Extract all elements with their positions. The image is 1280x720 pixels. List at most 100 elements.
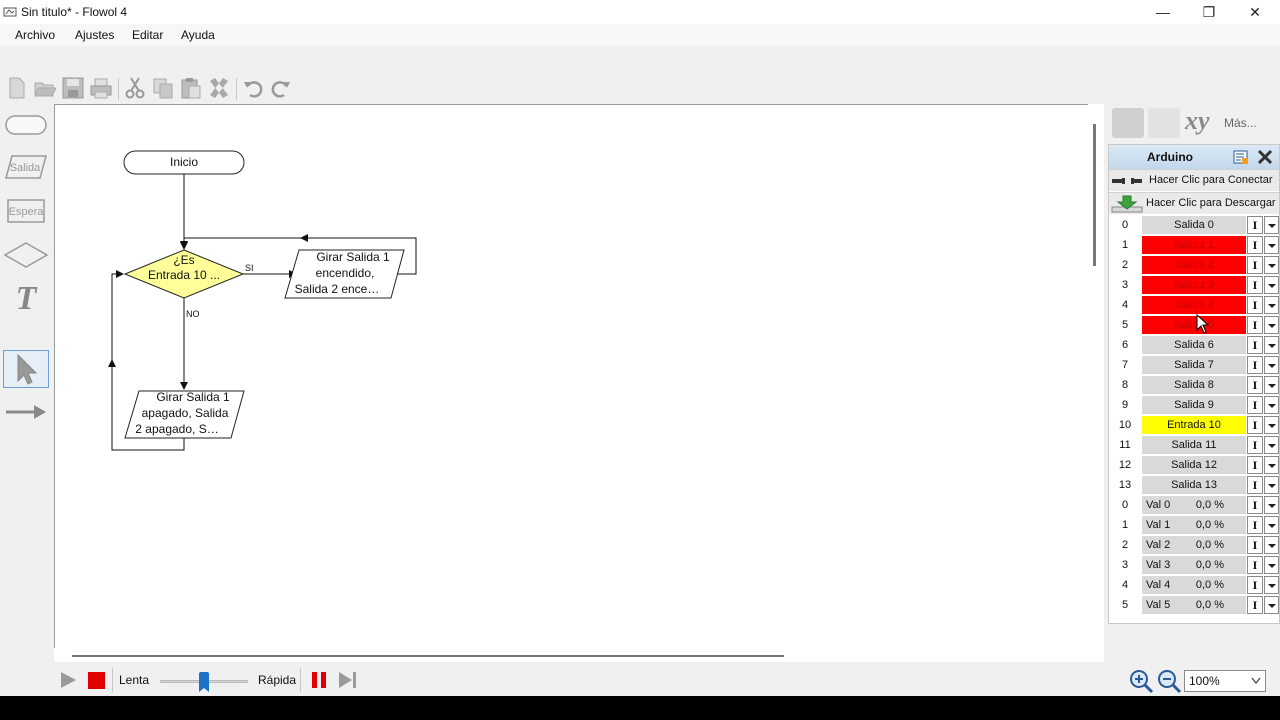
delete-icon[interactable] — [207, 76, 231, 100]
io-mode-button[interactable]: I — [1247, 316, 1263, 334]
copy-icon[interactable] — [151, 76, 175, 100]
io-pin-label[interactable]: Salida 5 — [1142, 316, 1246, 334]
io-mode-button[interactable]: I — [1247, 516, 1263, 534]
io-pin-label[interactable]: Salida 9 — [1142, 396, 1246, 414]
io-dropdown-button[interactable] — [1264, 396, 1279, 414]
menu-archivo[interactable]: Archivo — [15, 28, 55, 42]
io-dropdown-button[interactable] — [1264, 356, 1279, 374]
io-pin-label[interactable]: Salida 0 — [1142, 216, 1246, 234]
io-mode-button[interactable]: I — [1247, 536, 1263, 554]
download-button[interactable]: Hacer Clic para Descargar — [1109, 192, 1279, 214]
io-analog-label[interactable]: Val 5 0,0 % — [1142, 596, 1246, 614]
canvas-horizontal-scrollbar[interactable] — [54, 648, 1088, 662]
io-mode-button[interactable]: I — [1247, 296, 1263, 314]
io-dropdown-button[interactable] — [1264, 436, 1279, 454]
stop-button[interactable] — [88, 672, 105, 689]
io-mode-button[interactable]: I — [1247, 236, 1263, 254]
slider-thumb[interactable] — [199, 672, 209, 692]
io-mode-button[interactable]: I — [1247, 436, 1263, 454]
io-mode-button[interactable]: I — [1247, 216, 1263, 234]
open-icon[interactable] — [33, 76, 57, 100]
canvas-vertical-scrollbar[interactable] — [1088, 104, 1104, 662]
io-analog-label[interactable]: Val 2 0,0 % — [1142, 536, 1246, 554]
io-pin-label[interactable]: Salida 1 — [1142, 236, 1246, 254]
minimize-button[interactable]: — — [1140, 0, 1186, 24]
io-mode-button[interactable]: I — [1247, 376, 1263, 394]
text-tool[interactable]: T — [3, 280, 49, 318]
io-dropdown-button[interactable] — [1264, 516, 1279, 534]
io-mode-button[interactable]: I — [1247, 356, 1263, 374]
io-mode-button[interactable]: I — [1247, 596, 1263, 614]
io-mode-button[interactable]: I — [1247, 556, 1263, 574]
io-analog-label[interactable]: Val 1 0,0 % — [1142, 516, 1246, 534]
io-pin-label[interactable]: Salida 3 — [1142, 276, 1246, 294]
io-analog-label[interactable]: Val 3 0,0 % — [1142, 556, 1246, 574]
zoom-out-icon[interactable] — [1156, 668, 1182, 694]
io-dropdown-button[interactable] — [1264, 236, 1279, 254]
io-mode-button[interactable]: I — [1247, 576, 1263, 594]
io-mode-button[interactable]: I — [1247, 496, 1263, 514]
output-node-no[interactable]: Girar Salida 1 apagado, Salida 2 apagado… — [124, 390, 245, 439]
step-icon[interactable] — [337, 670, 359, 690]
output-node-yes[interactable]: Girar Salida 1 encendido, Salida 2 ence… — [284, 249, 405, 299]
more-button[interactable]: Más... — [1224, 116, 1257, 130]
io-analog-label[interactable]: Val 0 0,0 % — [1142, 496, 1246, 514]
pause-icon[interactable] — [310, 670, 330, 690]
io-dropdown-button[interactable] — [1264, 576, 1279, 594]
io-pin-label[interactable]: Salida 8 — [1142, 376, 1246, 394]
io-pin-label[interactable]: Salida 12 — [1142, 456, 1246, 474]
redo-icon[interactable] — [269, 76, 293, 100]
menu-editar[interactable]: Editar — [132, 28, 163, 42]
save-icon[interactable] — [61, 76, 85, 100]
io-pin-label[interactable]: Salida 7 — [1142, 356, 1246, 374]
io-pin-label[interactable]: Salida 6 — [1142, 336, 1246, 354]
maximize-button[interactable]: ❐ — [1186, 0, 1232, 24]
io-dropdown-button[interactable] — [1264, 316, 1279, 334]
vertical-scroll-thumb[interactable] — [1093, 124, 1096, 266]
horizontal-scroll-thumb[interactable] — [72, 655, 784, 657]
paste-icon[interactable] — [179, 76, 203, 100]
io-dropdown-button[interactable] — [1264, 336, 1279, 354]
io-dropdown-button[interactable] — [1264, 476, 1279, 494]
print-icon[interactable] — [89, 76, 113, 100]
io-dropdown-button[interactable] — [1264, 216, 1279, 234]
io-pin-label[interactable]: Salida 2 — [1142, 256, 1246, 274]
zoom-select[interactable]: 100% — [1184, 670, 1266, 692]
io-mode-button[interactable]: I — [1247, 336, 1263, 354]
mimic-icon[interactable] — [1112, 108, 1144, 138]
io-dropdown-button[interactable] — [1264, 256, 1279, 274]
connect-button[interactable]: Hacer Clic para Conectar — [1109, 169, 1279, 191]
properties-icon[interactable] — [1233, 149, 1249, 165]
io-dropdown-button[interactable] — [1264, 596, 1279, 614]
io-dropdown-button[interactable] — [1264, 556, 1279, 574]
io-dropdown-button[interactable] — [1264, 496, 1279, 514]
io-mode-button[interactable]: I — [1247, 416, 1263, 434]
io-analog-label[interactable]: Val 4 0,0 % — [1142, 576, 1246, 594]
io-dropdown-button[interactable] — [1264, 536, 1279, 554]
close-panel-icon[interactable] — [1257, 149, 1273, 165]
decision-node[interactable]: ¿Es Entrada 10 ... — [123, 249, 245, 299]
play-icon[interactable] — [58, 670, 78, 690]
io-dropdown-button[interactable] — [1264, 416, 1279, 434]
io-pin-label[interactable]: Salida 11 — [1142, 436, 1246, 454]
zoom-in-icon[interactable] — [1128, 668, 1154, 694]
pointer-tool[interactable] — [3, 350, 49, 388]
new-icon[interactable] — [5, 76, 29, 100]
menu-ajustes[interactable]: Ajustes — [75, 28, 114, 42]
io-dropdown-button[interactable] — [1264, 296, 1279, 314]
io-mode-button[interactable]: I — [1247, 476, 1263, 494]
start-node[interactable]: Inicio — [123, 150, 245, 175]
io-pin-label[interactable]: Entrada 10 — [1142, 416, 1246, 434]
io-dropdown-button[interactable] — [1264, 456, 1279, 474]
io-dropdown-button[interactable] — [1264, 376, 1279, 394]
speed-slider[interactable] — [160, 670, 248, 692]
decision-shape[interactable] — [3, 236, 49, 274]
menu-ayuda[interactable]: Ayuda — [181, 28, 215, 42]
undo-icon[interactable] — [241, 76, 265, 100]
io-mode-button[interactable]: I — [1247, 396, 1263, 414]
arrow-tool[interactable] — [3, 393, 49, 431]
cut-icon[interactable] — [123, 76, 147, 100]
io-mode-button[interactable]: I — [1247, 276, 1263, 294]
xy-graph-icon[interactable]: xy — [1185, 106, 1210, 136]
io-dropdown-button[interactable] — [1264, 276, 1279, 294]
